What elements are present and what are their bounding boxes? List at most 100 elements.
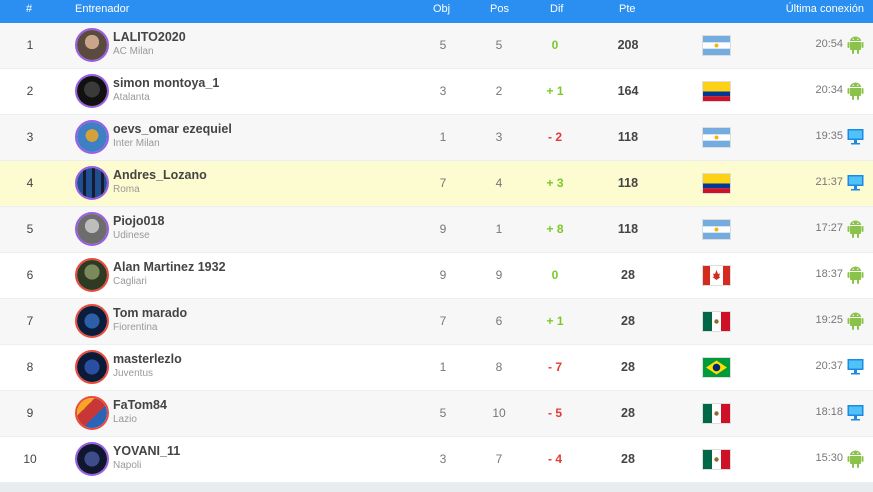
table-row[interactable]: 4 Andres_Lozano Roma 7 4 + 3 118 21:37 [0,161,873,207]
rank-number: 8 [26,360,34,374]
argentina-flag-icon [703,220,730,239]
avatar[interactable] [75,212,109,246]
brazil-flag-icon [703,358,730,377]
team-name: Juventus [113,368,154,379]
header-obj[interactable]: Obj [433,0,450,18]
coach-name[interactable]: Piojo018 [113,214,164,228]
table-row[interactable]: 6 Alan Martinez 1932 Cagliari 9 9 0 28 18:37 [0,253,873,299]
avatar[interactable] [75,350,109,384]
points-value: 208 [617,38,639,52]
last-connection-time: 19:35 [815,130,843,142]
last-connection-time: 21:37 [815,176,843,188]
table-row[interactable]: 5 Piojo018 Udinese 9 1 + 8 118 17:27 [0,207,873,253]
points-value: 118 [617,176,639,190]
dif-value: - 4 [547,452,562,466]
android-icon [847,81,864,100]
header-pte[interactable]: Pte [619,0,636,18]
dif-value: - 7 [547,360,562,374]
android-icon [847,265,864,284]
header-dif[interactable]: Dif [550,0,563,18]
coach-name[interactable]: LALITO2020 [113,30,186,44]
dif-value: + 3 [546,176,564,190]
coach-name[interactable]: simon montoya_1 [113,76,219,90]
rank-number: 10 [23,452,37,466]
dif-value: 0 [551,38,559,52]
table-row[interactable]: 1 LALITO2020 AC Milan 5 5 0 208 20:54 [0,23,873,69]
last-connection-time: 20:34 [815,84,843,96]
dif-value: + 8 [546,222,564,236]
points-value: 28 [621,452,635,466]
team-name: Roma [113,184,140,195]
table-row[interactable]: 7 Tom marado Fiorentina 7 6 + 1 28 19:25 [0,299,873,345]
obj-value: 3 [439,452,447,466]
coach-name[interactable]: Andres_Lozano [113,168,207,182]
points-value: 28 [621,314,635,328]
obj-value: 9 [439,222,447,236]
android-icon [847,449,864,468]
team-name: Udinese [113,230,150,241]
avatar[interactable] [75,396,109,430]
rank-number: 9 [26,406,34,420]
avatar[interactable] [75,28,109,62]
obj-value: 5 [439,38,447,52]
coach-name[interactable]: oevs_omar ezequiel [113,122,232,136]
team-name: AC Milan [113,46,154,57]
mexico-flag-icon [703,312,730,331]
obj-value: 7 [439,176,447,190]
coach-name[interactable]: Alan Martinez 1932 [113,260,226,274]
pos-value: 5 [495,38,503,52]
rank-number: 3 [26,130,34,144]
coach-name[interactable]: Tom marado [113,306,187,320]
coach-name[interactable]: YOVANI_11 [113,444,180,458]
header-coach[interactable]: Entrenador [75,0,129,18]
last-connection-time: 18:18 [815,406,843,418]
obj-value: 7 [439,314,447,328]
last-connection-time: 18:37 [815,268,843,280]
rank-number: 5 [26,222,34,236]
mexico-flag-icon [703,404,730,423]
coach-name[interactable]: masterlezlo [113,352,182,366]
points-value: 118 [617,130,639,144]
table-row[interactable]: 8 masterlezlo Juventus 1 8 - 7 28 20:37 [0,345,873,391]
argentina-flag-icon [703,128,730,147]
android-icon [847,311,864,330]
pos-value: 7 [495,452,503,466]
dif-value: - 2 [547,130,562,144]
team-name: Lazio [113,414,137,425]
obj-value: 1 [439,130,447,144]
team-name: Cagliari [113,276,147,287]
points-value: 164 [617,84,639,98]
pos-value: 6 [495,314,503,328]
table-row[interactable]: 2 simon montoya_1 Atalanta 3 2 + 1 164 20:34 [0,69,873,115]
table-row[interactable]: 9 FaTom84 Lazio 5 10 - 5 28 18:18 [0,391,873,437]
table-row[interactable]: 10 YOVANI_11 Napoli 3 7 - 4 28 15:30 [0,437,873,483]
dif-value: + 1 [546,84,564,98]
table-row[interactable]: 3 oevs_omar ezequiel Inter Milan 1 3 - 2 118 19… [0,115,873,161]
android-icon [847,219,864,238]
avatar[interactable] [75,74,109,108]
header-rank: # [26,3,33,15]
avatar[interactable] [75,120,109,154]
avatar[interactable] [75,442,109,476]
coach-name[interactable]: FaTom84 [113,398,167,412]
dif-value: 0 [551,268,559,282]
argentina-flag-icon [703,36,730,55]
header-last-connection[interactable]: Última conexión [786,0,864,18]
desktop-icon [847,403,864,422]
avatar[interactable] [75,166,109,200]
avatar[interactable] [75,258,109,292]
desktop-icon [847,127,864,146]
canada-flag-icon [703,266,730,285]
team-name: Inter Milan [113,138,160,149]
table-body: 1 LALITO2020 AC Milan 5 5 0 208 20:54 2 simon mon… [0,23,873,483]
avatar[interactable] [75,304,109,338]
obj-value: 5 [439,406,447,420]
points-value: 28 [621,268,635,282]
team-name: Napoli [113,460,142,471]
dif-value: - 5 [547,406,562,420]
header-pos[interactable]: Pos [490,0,509,18]
pos-value: 2 [495,84,503,98]
last-connection-time: 20:37 [815,360,843,372]
dif-value: + 1 [546,314,564,328]
table-header: # Entrenador Obj Pos Dif Pte Última cone… [0,0,873,23]
